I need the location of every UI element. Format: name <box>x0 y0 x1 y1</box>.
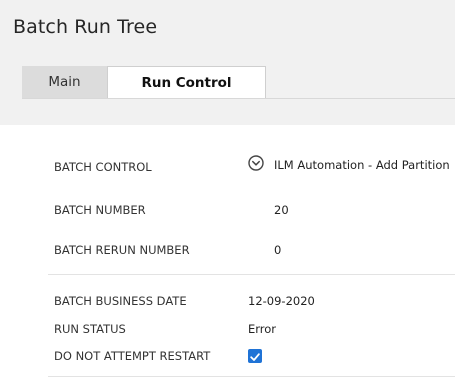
batch-control-label: BATCH CONTROL <box>54 160 152 174</box>
tab-bar: Main Run Control <box>22 66 455 99</box>
batch-number-label: BATCH NUMBER <box>54 203 146 217</box>
batch-business-date-label: BATCH BUSINESS DATE <box>54 294 187 308</box>
run-control-panel: BATCH CONTROL ILM Automation - Add Parti… <box>22 125 455 381</box>
page-title: Batch Run Tree <box>13 16 158 38</box>
check-icon <box>250 353 260 361</box>
do-not-attempt-restart-checkbox[interactable] <box>248 349 262 363</box>
batch-rerun-number-value: 0 <box>274 243 282 257</box>
batch-rerun-number-label: BATCH RERUN NUMBER <box>54 243 190 257</box>
tab-main[interactable]: Main <box>22 66 107 98</box>
section-divider <box>48 274 455 275</box>
chevron-down-circle-icon[interactable] <box>248 155 264 171</box>
header-area: Batch Run Tree Main Run Control <box>0 0 455 125</box>
do-not-attempt-restart-label: DO NOT ATTEMPT RESTART <box>54 349 211 363</box>
batch-business-date-value: 12-09-2020 <box>248 294 315 308</box>
batch-number-value: 20 <box>274 203 289 217</box>
tab-run-control[interactable]: Run Control <box>107 66 266 98</box>
run-status-value: Error <box>248 322 277 336</box>
bottom-divider <box>48 376 455 377</box>
batch-control-link[interactable]: ILM Automation - Add Partition <box>274 158 450 172</box>
run-status-label: RUN STATUS <box>54 322 126 336</box>
